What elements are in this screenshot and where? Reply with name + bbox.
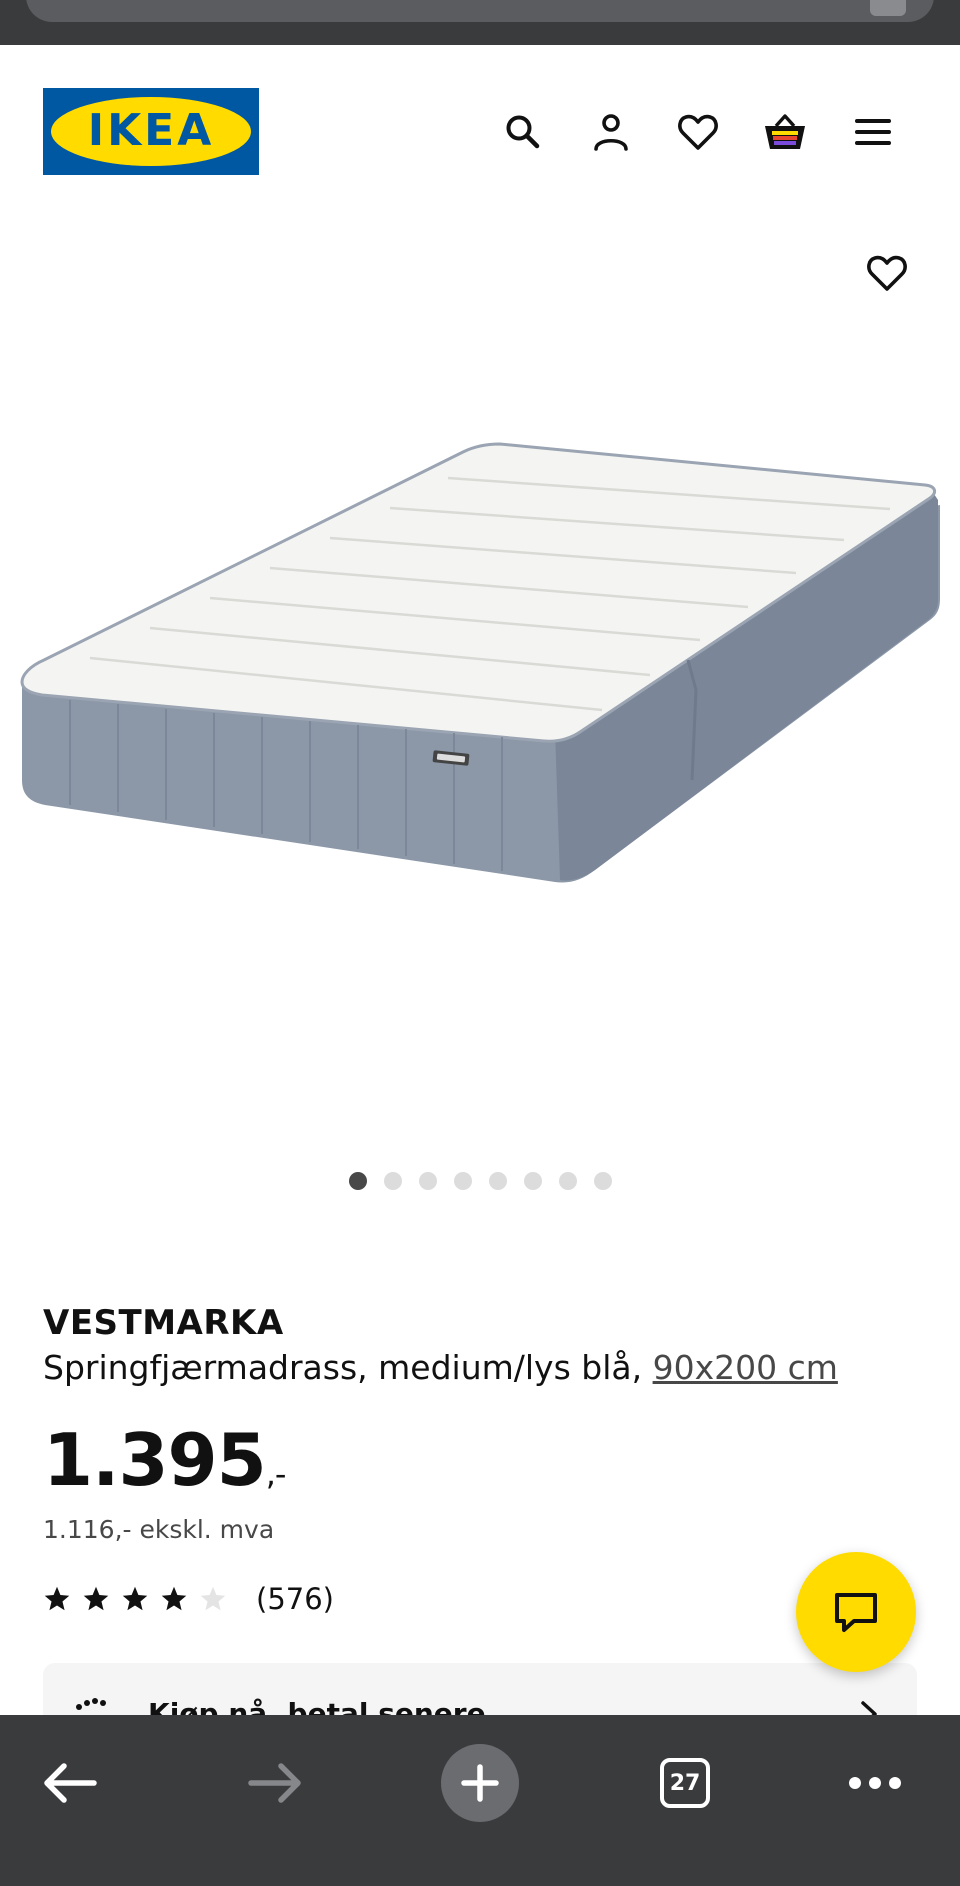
price-excluding-vat: 1.116,- ekskl. mva: [43, 1515, 275, 1544]
tabs-button[interactable]: 27: [645, 1743, 725, 1823]
chat-button[interactable]: [796, 1552, 916, 1672]
price-suffix: ,-: [265, 1455, 287, 1493]
heart-icon: [678, 114, 718, 150]
star-filled-icon: [83, 1586, 109, 1611]
star-filled-icon: [161, 1586, 187, 1611]
pagination-dot[interactable]: [383, 1172, 402, 1190]
product-size-link[interactable]: 90x200 cm: [653, 1348, 838, 1387]
arrow-left-icon: [44, 1763, 97, 1803]
arrow-right-icon: [248, 1763, 301, 1803]
product-name: VESTMARKA: [43, 1303, 284, 1343]
gallery-pagination[interactable]: [0, 1172, 960, 1190]
pagination-dot-active[interactable]: [348, 1172, 367, 1190]
pagination-dot[interactable]: [593, 1172, 612, 1190]
search-icon: [506, 115, 540, 149]
plus-icon: [461, 1764, 499, 1802]
ikea-logo[interactable]: IKEA ®: [43, 88, 259, 175]
new-tab-circle: [441, 1744, 519, 1822]
forward-button[interactable]: [235, 1743, 315, 1823]
account-button[interactable]: [586, 107, 636, 157]
search-button[interactable]: [498, 107, 548, 157]
tab-count: 27: [660, 1758, 710, 1808]
price-main: 1.395: [43, 1418, 267, 1502]
product-image-mattress: [20, 442, 940, 883]
cart-icon: [765, 114, 805, 149]
address-bar-action[interactable]: [870, 0, 906, 16]
menu-icon: [855, 119, 891, 145]
new-tab-button[interactable]: [440, 1743, 520, 1823]
pagination-dot[interactable]: [558, 1172, 577, 1190]
pagination-dot[interactable]: [453, 1172, 472, 1190]
site-header: IKEA ®: [0, 45, 960, 220]
account-icon: [594, 114, 628, 151]
browser-bottom-toolbar: 27: [0, 1715, 960, 1886]
favourites-button[interactable]: [673, 107, 723, 157]
back-button[interactable]: [30, 1743, 110, 1823]
more-dots-icon: [849, 1777, 901, 1789]
chat-bubble-icon: [835, 1593, 877, 1632]
logo-text: IKEA: [87, 105, 215, 156]
product-rating[interactable]: (576): [43, 1582, 334, 1616]
product-description: Springfjærmadrass, medium/lys blå, 90x20…: [43, 1348, 838, 1387]
logo-registered-mark: ®: [237, 102, 247, 113]
cart-button[interactable]: [760, 107, 810, 157]
menu-button[interactable]: [848, 107, 898, 157]
rating-count: (576): [256, 1582, 334, 1616]
product-price: 1.395,-: [43, 1418, 287, 1514]
browser-top-bar: [0, 0, 960, 45]
pagination-dot[interactable]: [418, 1172, 437, 1190]
pagination-dot[interactable]: [523, 1172, 542, 1190]
star-filled-icon: [122, 1586, 148, 1611]
more-options-button[interactable]: [835, 1743, 915, 1823]
star-empty-icon: [200, 1586, 226, 1611]
product-description-text: Springfjærmadrass, medium/lys blå,: [43, 1348, 653, 1387]
pagination-dot[interactable]: [488, 1172, 507, 1190]
address-bar[interactable]: [26, 0, 934, 22]
star-filled-icon: [44, 1586, 70, 1611]
